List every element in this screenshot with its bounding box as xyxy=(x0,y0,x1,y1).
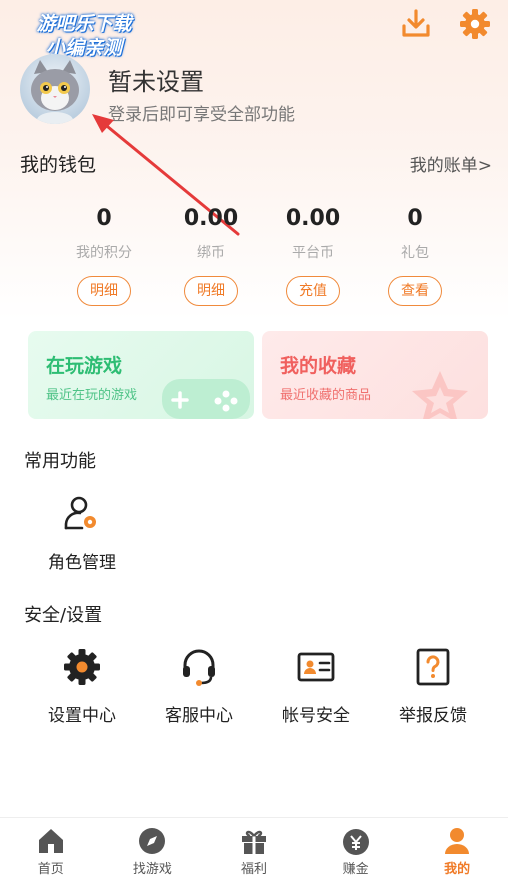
watermark-line-2: 小编亲测 xyxy=(45,37,122,59)
id-card-icon xyxy=(297,652,335,682)
stat-value: 0 xyxy=(96,206,112,231)
card-subtitle: 最近在玩的游戏 xyxy=(46,388,138,403)
stat-points: 0 我的积分 明细 xyxy=(54,206,154,306)
tab-earn[interactable]: 赚金 xyxy=(305,818,407,879)
report-feedback-item[interactable]: 举报反馈 xyxy=(383,645,483,726)
tab-mine[interactable]: 我的 xyxy=(406,818,508,879)
tab-welfare[interactable]: 福利 xyxy=(203,818,305,879)
question-icon xyxy=(416,648,450,686)
stat-gift-packs: 0 礼包 查看 xyxy=(365,206,465,306)
cat-avatar-image xyxy=(31,60,79,124)
compass-icon xyxy=(139,828,166,854)
recharge-button[interactable]: 充值 xyxy=(286,276,340,306)
account-security-item[interactable]: 帐号安全 xyxy=(266,645,366,726)
bound-coins-detail-button[interactable]: 明细 xyxy=(184,276,238,306)
headset-icon xyxy=(183,649,215,686)
wallet-title: 我的钱包 xyxy=(20,154,97,176)
common-functions-title: 常用功能 xyxy=(24,451,96,472)
money-bag-icon xyxy=(342,829,369,855)
download-icon[interactable] xyxy=(400,8,432,40)
card-subtitle: 最近收藏的商品 xyxy=(280,388,372,403)
stat-value: 0.00 xyxy=(183,206,239,231)
stat-value: 0.00 xyxy=(285,206,341,231)
function-label: 帐号安全 xyxy=(282,706,350,726)
view-gifts-button[interactable]: 查看 xyxy=(388,276,442,306)
function-label: 客服中心 xyxy=(165,706,233,726)
tab-label: 赚金 xyxy=(342,862,369,877)
gear-icon xyxy=(64,649,100,685)
card-title: 我的收藏 xyxy=(280,355,357,377)
bottom-tab-bar: 首页 找游戏 福利 赚金 我的 xyxy=(0,817,508,879)
stat-bound-coins: 0.00 绑币 明细 xyxy=(161,206,261,306)
role-management-item[interactable]: 角色管理 xyxy=(32,492,132,573)
function-label: 举报反馈 xyxy=(399,706,467,726)
avatar[interactable] xyxy=(20,54,90,124)
stat-label: 平台币 xyxy=(292,245,334,261)
login-tip[interactable]: 登录后即可享受全部功能 xyxy=(108,100,295,125)
username[interactable]: 暂未设置 xyxy=(108,62,204,97)
stat-label: 礼包 xyxy=(401,245,429,261)
customer-service-item[interactable]: 客服中心 xyxy=(149,645,249,726)
user-icon xyxy=(445,828,470,854)
my-bill-link[interactable]: 我的账单> xyxy=(410,151,492,176)
points-detail-button[interactable]: 明细 xyxy=(77,276,131,306)
function-label: 角色管理 xyxy=(48,553,116,573)
user-gear-icon xyxy=(64,496,96,530)
tab-label: 找游戏 xyxy=(132,862,172,877)
tab-find-games[interactable]: 找游戏 xyxy=(102,818,204,879)
playing-games-card[interactable]: 在玩游戏 最近在玩的游戏 xyxy=(28,331,254,419)
gamepad-icon xyxy=(162,379,250,419)
tab-label: 首页 xyxy=(37,862,64,877)
tab-home[interactable]: 首页 xyxy=(0,818,102,879)
card-title: 在玩游戏 xyxy=(46,355,123,377)
stat-label: 绑币 xyxy=(197,245,225,261)
function-label: 设置中心 xyxy=(48,706,116,726)
stat-label: 我的积分 xyxy=(76,245,132,261)
my-favorites-card[interactable]: 我的收藏 最近收藏的商品 xyxy=(262,331,488,419)
watermark-line-1: 游吧乐下载 xyxy=(36,13,132,35)
gear-icon[interactable] xyxy=(459,8,491,40)
settings-center-item[interactable]: 设置中心 xyxy=(32,645,132,726)
star-icon xyxy=(412,371,468,419)
home-icon xyxy=(38,829,63,853)
tab-label: 我的 xyxy=(444,862,471,877)
stat-platform-coins: 0.00 平台币 充值 xyxy=(263,206,363,306)
watermark: 游吧乐下载 小编亲测 xyxy=(14,12,154,60)
security-settings-title: 安全/设置 xyxy=(24,605,103,626)
gift-icon xyxy=(241,830,266,854)
stat-value: 0 xyxy=(407,206,423,231)
tab-label: 福利 xyxy=(240,862,267,877)
